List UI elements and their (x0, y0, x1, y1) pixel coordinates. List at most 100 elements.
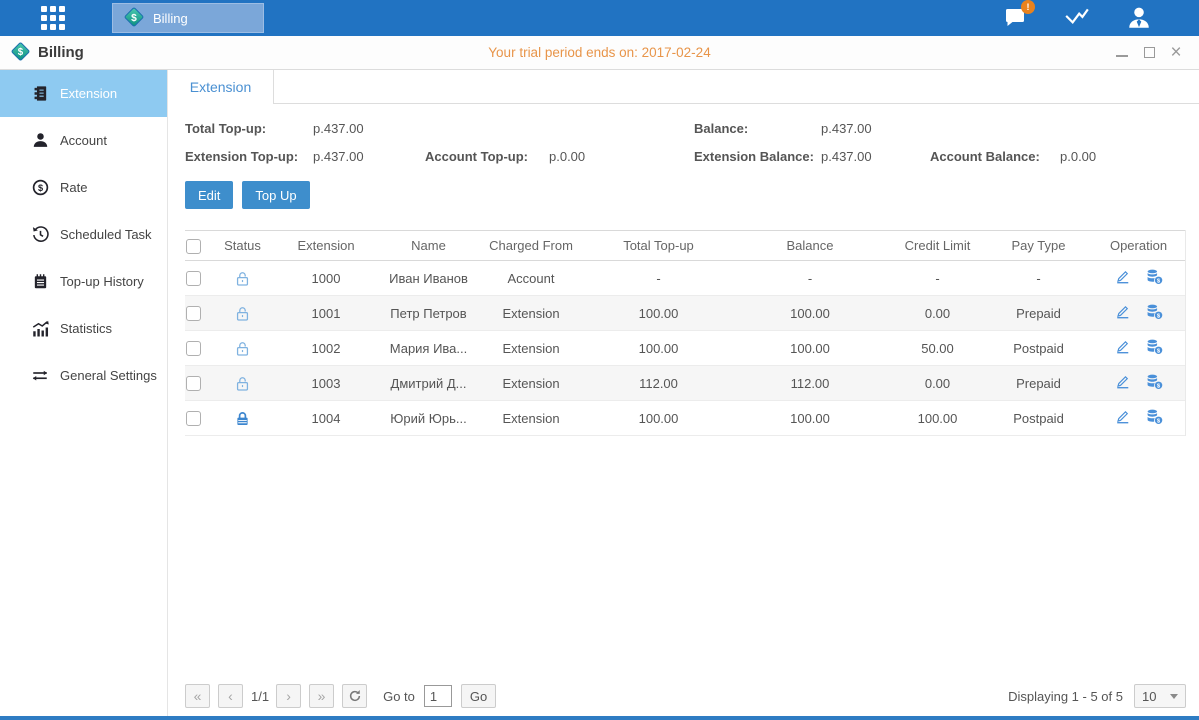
table-row[interactable]: 1002Мария Ива...Extension100.00100.0050.… (185, 331, 1185, 366)
navbar-right: ! (1001, 4, 1153, 32)
sliders-icon (31, 367, 49, 385)
extension-cell: 1003 (270, 366, 382, 401)
notification-badge: ! (1021, 0, 1035, 14)
chart-icon[interactable] (1063, 4, 1091, 32)
sidebar-item-account[interactable]: Account (0, 117, 167, 164)
goto-label: Go to (383, 689, 415, 704)
table-row[interactable]: 1004Юрий Юрь...Extension100.00100.00100.… (185, 401, 1185, 436)
table-row[interactable]: 1001Петр ПетровExtension100.00100.000.00… (185, 296, 1185, 331)
row-checkbox[interactable] (186, 376, 201, 391)
page-size-select[interactable]: 10 (1134, 684, 1186, 708)
go-button[interactable]: Go (461, 684, 496, 708)
sidebar-item-general-settings[interactable]: General Settings (0, 352, 167, 399)
sidebar-item-label: Scheduled Task (60, 227, 152, 242)
row-edit-button[interactable] (1114, 303, 1131, 320)
refresh-button[interactable] (342, 684, 367, 708)
row-topup-button[interactable]: $ (1145, 303, 1164, 321)
sidebar-item-rate[interactable]: $ Rate (0, 164, 167, 211)
row-topup-button[interactable]: $ (1145, 268, 1164, 286)
operation-cell: $ (1114, 338, 1164, 356)
page-indicator: 1/1 (251, 689, 269, 704)
top-navbar: $ Billing ! (0, 0, 1199, 36)
table-row[interactable]: 1000Иван ИвановAccount----$ (185, 261, 1185, 296)
account-balance-label: Account Balance: (930, 149, 1060, 164)
minimize-icon[interactable] (1115, 46, 1129, 60)
column-header-name: Name (382, 231, 475, 261)
maximize-icon[interactable] (1142, 46, 1156, 60)
dollar-coin-icon: $ (31, 179, 49, 197)
balance-cell: 112.00 (730, 366, 890, 401)
name-cell: Дмитрий Д... (382, 366, 475, 401)
account-topup-label: Account Top-up: (425, 149, 549, 164)
row-checkbox[interactable] (186, 341, 201, 356)
pay-type-cell: - (985, 261, 1092, 296)
taskbar-tab-billing[interactable]: $ Billing (112, 3, 264, 33)
last-page-button[interactable]: » (309, 684, 334, 708)
sidebar-item-scheduled-task[interactable]: Scheduled Task (0, 211, 167, 258)
edit-pencil-icon (1114, 303, 1131, 320)
sidebar-item-statistics[interactable]: Statistics (0, 305, 167, 352)
extension-table: Status Extension Name Charged From Total… (185, 230, 1185, 436)
topup-coins-icon: $ (1145, 373, 1164, 391)
first-page-button[interactable]: « (185, 684, 210, 708)
next-page-button[interactable]: › (276, 684, 301, 708)
tab-extension[interactable]: Extension (168, 70, 274, 104)
tab-bar: Extension (168, 70, 1199, 104)
balance-cell: 100.00 (730, 401, 890, 436)
operation-cell: $ (1114, 268, 1164, 286)
pay-type-cell: Postpaid (985, 401, 1092, 436)
operation-cell: $ (1114, 373, 1164, 391)
pay-type-cell: Prepaid (985, 296, 1092, 331)
edit-pencil-icon (1114, 408, 1131, 425)
app-grid-icon[interactable] (38, 6, 68, 30)
user-icon[interactable] (1125, 4, 1153, 32)
row-edit-button[interactable] (1114, 268, 1131, 285)
total-topup-label: Total Top-up: (185, 121, 313, 136)
page-size-value: 10 (1142, 689, 1156, 704)
unlocked-icon (234, 270, 251, 287)
row-checkbox[interactable] (186, 411, 201, 426)
trial-notice: Your trial period ends on: 2017-02-24 (488, 45, 710, 60)
row-topup-button[interactable]: $ (1145, 373, 1164, 391)
operation-cell: $ (1114, 303, 1164, 321)
extension-cell: 1002 (270, 331, 382, 366)
goto-page-input[interactable] (424, 685, 452, 707)
row-topup-button[interactable]: $ (1145, 338, 1164, 356)
taskbar-tab-label: Billing (153, 11, 188, 26)
total-topup-value: p.437.00 (313, 121, 425, 136)
row-checkbox[interactable] (186, 306, 201, 321)
screen: $ Billing ! (0, 0, 1199, 720)
total-topup-cell: 112.00 (587, 366, 730, 401)
sidebar-item-extension[interactable]: Extension (0, 70, 167, 117)
unlocked-icon (234, 375, 251, 392)
row-edit-button[interactable] (1114, 373, 1131, 390)
summary-panel: Total Top-up: p.437.00 Balance: p.437.00… (185, 121, 1199, 164)
unlocked-icon (234, 305, 251, 322)
account-topup-value: p.0.00 (549, 149, 694, 164)
edit-button[interactable]: Edit (185, 181, 233, 209)
status-cell (215, 296, 270, 331)
select-all-checkbox[interactable] (186, 239, 201, 254)
bottom-strip (0, 716, 1199, 720)
extension-topup-value: p.437.00 (313, 149, 425, 164)
column-header-operation: Operation (1092, 231, 1185, 261)
edit-pencil-icon (1114, 268, 1131, 285)
sidebar-item-topup-history[interactable]: Top-up History (0, 258, 167, 305)
sidebar-item-label: Top-up History (60, 274, 144, 289)
prev-page-button[interactable]: ‹ (218, 684, 243, 708)
row-checkbox[interactable] (186, 271, 201, 286)
row-edit-button[interactable] (1114, 408, 1131, 425)
table-row[interactable]: 1003Дмитрий Д...Extension112.00112.000.0… (185, 366, 1185, 401)
close-icon[interactable]: × (1169, 46, 1183, 60)
notebook-icon (31, 273, 49, 291)
charged-from-cell: Extension (475, 331, 587, 366)
chat-icon[interactable]: ! (1001, 4, 1029, 32)
row-edit-button[interactable] (1114, 338, 1131, 355)
balance-value: p.437.00 (821, 121, 930, 136)
row-topup-button[interactable]: $ (1145, 408, 1164, 426)
column-header-extension: Extension (270, 231, 382, 261)
name-cell: Петр Петров (382, 296, 475, 331)
top-up-button[interactable]: Top Up (242, 181, 309, 209)
refresh-icon (348, 689, 362, 703)
credit-limit-cell: 50.00 (890, 331, 985, 366)
